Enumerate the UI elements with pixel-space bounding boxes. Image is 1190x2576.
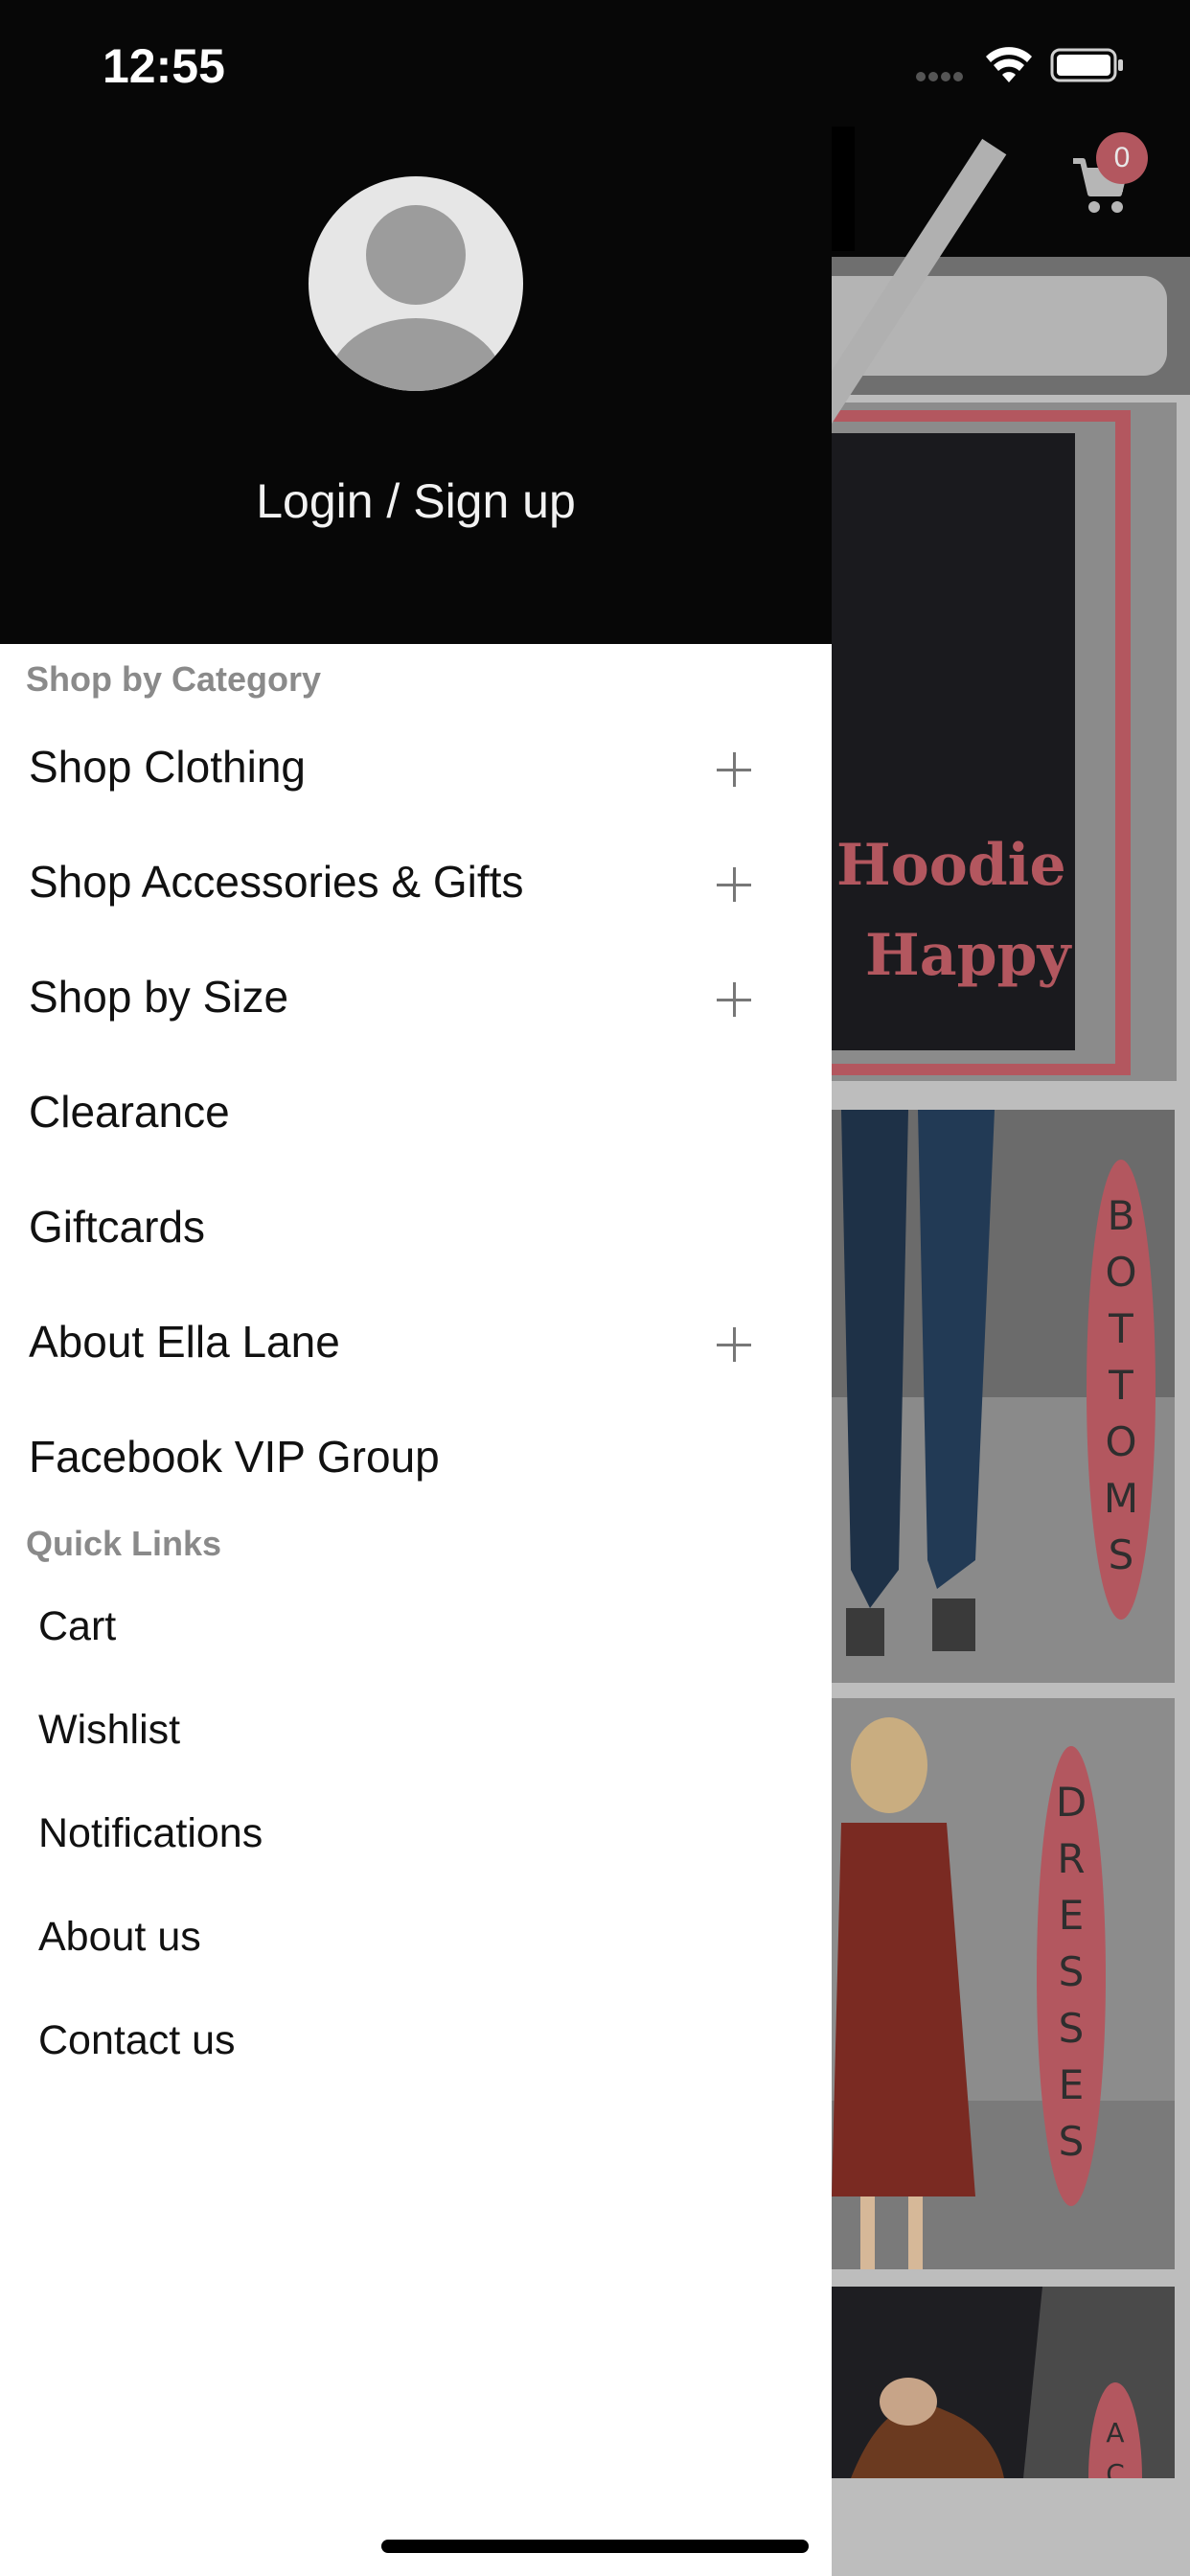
battery-icon (1050, 48, 1123, 82)
cellular-signal-icon (916, 69, 970, 81)
quick-link-label: About us (38, 1914, 201, 1960)
tile-label-dresses: DRESSES (1047, 1778, 1095, 2174)
menu-item-label: Shop Clothing (29, 742, 306, 792)
user-avatar-icon[interactable] (309, 176, 523, 391)
status-time: 12:55 (103, 39, 225, 93)
section-title-quick-links: Quick Links (26, 1524, 222, 1563)
menu-item-label: About Ella Lane (29, 1317, 340, 1367)
menu-item-label: Facebook VIP Group (29, 1432, 440, 1482)
quick-link-notifications[interactable]: Notifications (0, 1782, 832, 1885)
menu-item-label: Giftcards (29, 1202, 206, 1252)
menu-item-shop-accessories-gifts[interactable]: Shop Accessories & Gifts (0, 825, 832, 940)
quick-link-label: Cart (38, 1603, 117, 1649)
status-bar: 12:55 (0, 0, 1190, 126)
banner-text-line-2: Happy (865, 922, 1071, 989)
menu-item-clearance[interactable]: Clearance (0, 1055, 832, 1170)
section-title-category: Shop by Category (26, 659, 322, 699)
home-indicator[interactable] (381, 2540, 809, 2553)
menu-item-facebook-vip-group[interactable]: Facebook VIP Group (0, 1400, 832, 1515)
menu-item-label: Shop Accessories & Gifts (29, 857, 524, 907)
plus-icon[interactable] (717, 867, 751, 902)
quick-link-contact-us[interactable]: Contact us (0, 1989, 832, 2092)
cart-count-badge: 0 (1096, 132, 1148, 184)
menu-item-giftcards[interactable]: Giftcards (0, 1170, 832, 1285)
menu-item-shop-clothing[interactable]: Shop Clothing (0, 710, 832, 825)
menu-item-label: Clearance (29, 1087, 230, 1137)
quick-link-label: Notifications (38, 1810, 263, 1856)
dresses-photo (832, 1698, 1175, 2269)
menu-item-shop-by-size[interactable]: Shop by Size (0, 940, 832, 1055)
wifi-icon (986, 47, 1032, 82)
quick-link-wishlist[interactable]: Wishlist (0, 1678, 832, 1782)
menu-item-label: Shop by Size (29, 972, 289, 1022)
category-tile-accessories[interactable]: ACC (832, 2287, 1175, 2478)
quick-link-about-us[interactable]: About us (0, 1885, 832, 1989)
category-tile-bottoms[interactable]: BOTTOMS (832, 1110, 1175, 1683)
plus-icon[interactable] (717, 1327, 751, 1362)
category-tile-dresses[interactable]: DRESSES (832, 1698, 1175, 2269)
quick-link-cart[interactable]: Cart (0, 1575, 832, 1678)
quick-link-label: Wishlist (38, 1707, 181, 1753)
navigation-drawer: Login / Sign up Shop by Category Shop Cl… (0, 0, 832, 2576)
quick-link-label: Contact us (38, 2017, 236, 2063)
menu-item-about-ella-lane[interactable]: About Ella Lane (0, 1285, 832, 1400)
plus-icon[interactable] (717, 752, 751, 787)
plus-icon[interactable] (717, 982, 751, 1017)
tile-label-bottoms: BOTTOMS (1097, 1191, 1145, 1588)
banner-text-line-1: Hoodie (836, 832, 1066, 899)
tile-label-accessories: ACC (1099, 2416, 1132, 2479)
login-signup-link[interactable]: Login / Sign up (0, 473, 832, 529)
